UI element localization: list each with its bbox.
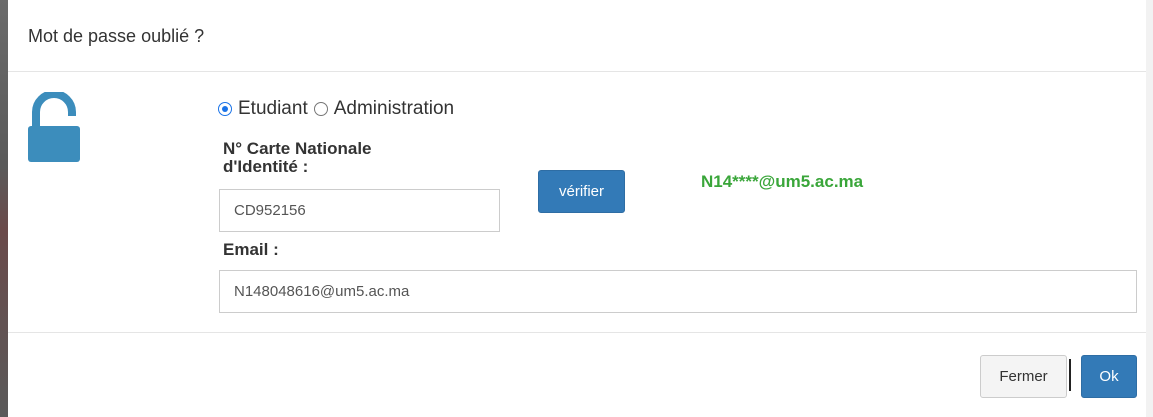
close-button[interactable]: Fermer (980, 355, 1067, 398)
forgot-password-dialog: Mot de passe oublié ? Etudiant Administr… (8, 0, 1146, 417)
ok-button[interactable]: Ok (1081, 355, 1137, 398)
radio-etudiant[interactable] (218, 102, 232, 116)
email-label: Email : (223, 240, 279, 259)
dialog-title: Mot de passe oublié ? (28, 26, 205, 46)
masked-email-result: N14****@um5.ac.ma (701, 172, 864, 191)
radio-administration-label[interactable]: Administration (334, 98, 454, 120)
background-overlay-left (0, 0, 8, 417)
radio-administration[interactable] (313, 102, 328, 116)
cin-label: N° Carte Nationale d'Identité : (223, 139, 372, 176)
page-scrollbar[interactable] (1145, 0, 1153, 417)
email-input[interactable]: N148048616@um5.ac.ma (219, 270, 1137, 313)
dialog-header: Mot de passe oublié ? (8, 0, 1146, 72)
user-type-radio-group: Etudiant Administration (218, 98, 460, 120)
unlock-icon (28, 92, 80, 162)
cin-input[interactable]: CD952156 (219, 189, 500, 232)
radio-etudiant-label[interactable]: Etudiant (238, 98, 308, 120)
verify-button[interactable]: vérifier (538, 170, 625, 213)
dialog-footer: Fermer Ok (8, 332, 1146, 417)
text-cursor-marker (1069, 359, 1071, 391)
